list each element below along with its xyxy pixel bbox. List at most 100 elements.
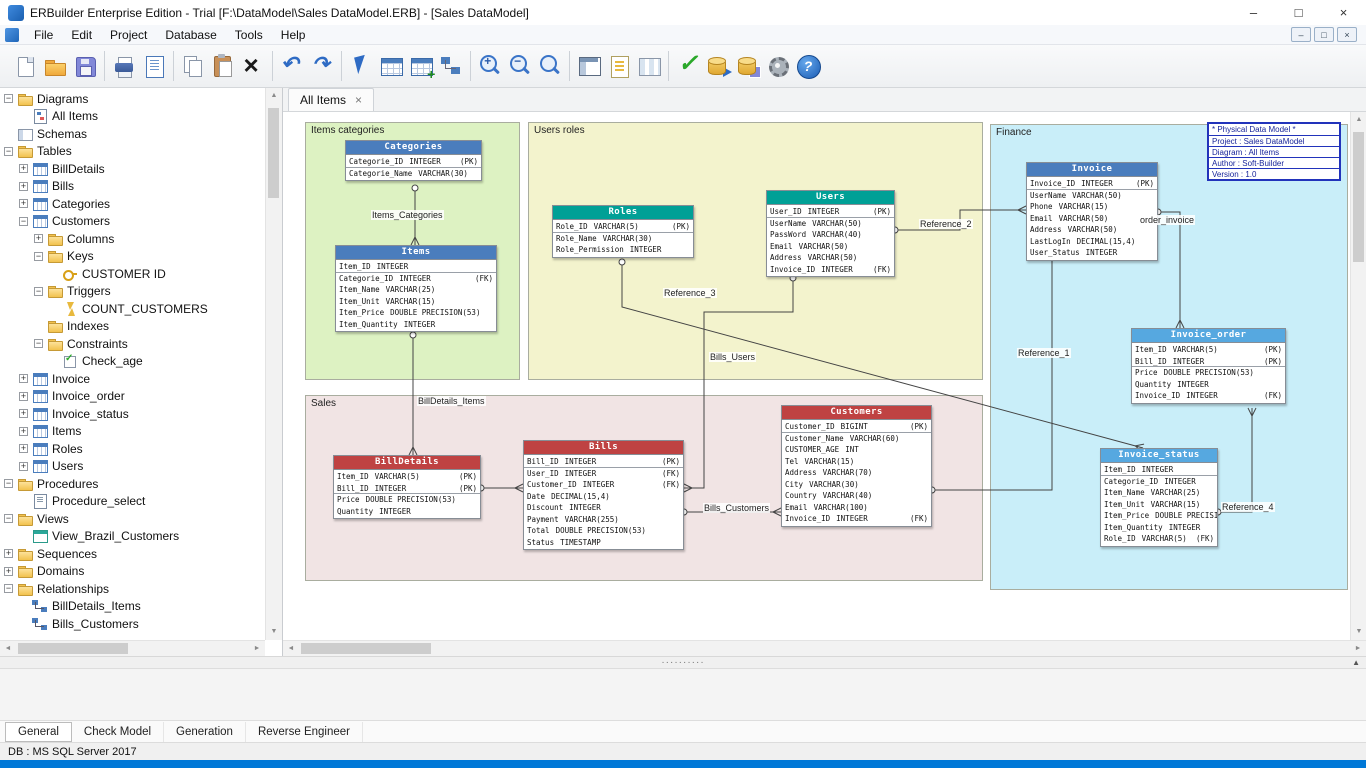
expander-icon[interactable]: [4, 479, 13, 488]
diagram-table-bills[interactable]: BillsBill_IDINTEGER(PK)User_IDINTEGER(FK…: [523, 440, 684, 550]
diagram-table-roles[interactable]: RolesRole_IDVARCHAR(5)(PK)Role_NameVARCH…: [552, 205, 694, 258]
mdi-restore-button[interactable]: □: [1314, 27, 1334, 42]
tree-item-billdetails-items[interactable]: BillDetails_Items: [0, 598, 265, 616]
pointer-button[interactable]: [347, 52, 375, 80]
bottom-tab-reverse-engineer[interactable]: Reverse Engineer: [246, 722, 363, 742]
tree-item-invoice[interactable]: Invoice: [0, 370, 265, 388]
tree-item-users[interactable]: Users: [0, 458, 265, 476]
zoom-button[interactable]: [536, 52, 564, 80]
redo-button[interactable]: [308, 52, 336, 80]
menu-item-project[interactable]: Project: [101, 25, 156, 44]
menu-item-file[interactable]: File: [25, 25, 62, 44]
tab-all-items[interactable]: All Items ×: [288, 88, 374, 111]
diagram-table-invoice-order[interactable]: Invoice_orderItem_IDVARCHAR(5)(PK)Bill_I…: [1131, 328, 1286, 404]
expander-icon[interactable]: [19, 182, 28, 191]
menu-item-help[interactable]: Help: [272, 25, 315, 44]
tree-item-constraints[interactable]: Constraints: [0, 335, 265, 353]
table-add-button[interactable]: [407, 52, 435, 80]
settings-button[interactable]: [764, 52, 792, 80]
collapse-panel-button[interactable]: ▲: [1352, 658, 1361, 667]
print-preview-button[interactable]: [140, 52, 168, 80]
tree-vertical-scrollbar[interactable]: ▲ ▼: [265, 88, 282, 640]
tree-item-diagrams[interactable]: Diagrams: [0, 90, 265, 108]
diagram-table-invoice[interactable]: InvoiceInvoice_IDINTEGER(PK)UserNameVARC…: [1026, 162, 1158, 261]
expander-icon[interactable]: [4, 514, 13, 523]
maximize-button[interactable]: □: [1276, 0, 1321, 25]
diagram-table-invoice-status[interactable]: Invoice_statusItem_IDINTEGERCategorie_ID…: [1100, 448, 1218, 547]
tree-item-all-items[interactable]: All Items: [0, 108, 265, 126]
expander-icon[interactable]: [4, 549, 13, 558]
expander-icon[interactable]: [19, 392, 28, 401]
tree-item-views[interactable]: Views: [0, 510, 265, 528]
expander-icon[interactable]: [4, 584, 13, 593]
tree-item-items[interactable]: Items: [0, 423, 265, 441]
bottom-tab-generation[interactable]: Generation: [164, 722, 246, 742]
tree-item-invoice-status[interactable]: Invoice_status: [0, 405, 265, 423]
diagram-table-billdetails[interactable]: BillDetailsItem_IDVARCHAR(5)(PK)Bill_IDI…: [333, 455, 481, 519]
tree-item-view-brazil-customers[interactable]: View_Brazil_Customers: [0, 528, 265, 546]
scrollbar-thumb[interactable]: [268, 108, 279, 198]
expander-icon[interactable]: [4, 94, 13, 103]
expander-icon[interactable]: [19, 409, 28, 418]
scroll-left-icon[interactable]: ◄: [0, 641, 16, 656]
menu-item-tools[interactable]: Tools: [226, 25, 272, 44]
diagram-table-customers[interactable]: CustomersCustomer_IDBIGINT(PK)Customer_N…: [781, 405, 932, 527]
scroll-up-icon[interactable]: ▲: [1351, 112, 1366, 128]
tree-item-keys[interactable]: Keys: [0, 248, 265, 266]
diagram-table-categories[interactable]: CategoriesCategorie_IDINTEGER(PK)Categor…: [345, 140, 482, 181]
model-button[interactable]: [437, 52, 465, 80]
expander-icon[interactable]: [19, 164, 28, 173]
scrollbar-thumb[interactable]: [301, 643, 431, 654]
table-button[interactable]: [377, 52, 405, 80]
close-button[interactable]: ×: [1321, 0, 1366, 25]
delete-button[interactable]: [239, 52, 267, 80]
minimize-button[interactable]: –: [1231, 0, 1276, 25]
tree-item-procedure-select[interactable]: Procedure_select: [0, 493, 265, 511]
db-generate-button[interactable]: [734, 52, 762, 80]
scroll-down-icon[interactable]: ▼: [266, 624, 282, 640]
scroll-up-icon[interactable]: ▲: [266, 88, 282, 104]
bottom-tab-check-model[interactable]: Check Model: [72, 722, 164, 742]
expander-icon[interactable]: [4, 147, 13, 156]
expander-icon[interactable]: [34, 234, 43, 243]
expander-icon[interactable]: [19, 462, 28, 471]
print-button[interactable]: [110, 52, 138, 80]
tree-item-bills-customers[interactable]: Bills_Customers: [0, 615, 265, 633]
open-button[interactable]: [41, 52, 69, 80]
tree-item-check-age[interactable]: Check_age: [0, 353, 265, 371]
tree-item-customer-id[interactable]: CUSTOMER ID: [0, 265, 265, 283]
tree-item-categories[interactable]: Categories: [0, 195, 265, 213]
menu-item-database[interactable]: Database: [156, 25, 225, 44]
new-button[interactable]: [11, 52, 39, 80]
tree-item-schemas[interactable]: Schemas: [0, 125, 265, 143]
menu-item-edit[interactable]: Edit: [62, 25, 101, 44]
canvas-horizontal-scrollbar[interactable]: ◄ ►: [283, 640, 1366, 656]
tree-horizontal-scrollbar[interactable]: ◄ ►: [0, 640, 265, 656]
tree-item-billdetails[interactable]: BillDetails: [0, 160, 265, 178]
check-button[interactable]: [674, 52, 702, 80]
panel-splitter[interactable]: ·········· ▲: [0, 656, 1366, 668]
scroll-right-icon[interactable]: ►: [1350, 641, 1366, 657]
tree-item-procedures[interactable]: Procedures: [0, 475, 265, 493]
tree-item-bills[interactable]: Bills: [0, 178, 265, 196]
layout-button[interactable]: [575, 52, 603, 80]
tree-item-relationships[interactable]: Relationships: [0, 580, 265, 598]
expander-icon[interactable]: [19, 217, 28, 226]
tree-item-domains[interactable]: Domains: [0, 563, 265, 581]
diagram-canvas[interactable]: Items categoriesUsers rolesFinanceSalesI…: [283, 112, 1350, 640]
diagram-table-users[interactable]: UsersUser_IDINTEGER(PK)UserNameVARCHAR(5…: [766, 190, 895, 277]
tree-item-invoice-order[interactable]: Invoice_order: [0, 388, 265, 406]
expander-icon[interactable]: [34, 252, 43, 261]
cards-button[interactable]: [635, 52, 663, 80]
scroll-left-icon[interactable]: ◄: [283, 641, 299, 657]
diagram-table-items[interactable]: ItemsItem_IDINTEGERCategorie_IDINTEGER(F…: [335, 245, 497, 332]
tree-item-columns[interactable]: Columns: [0, 230, 265, 248]
zoom-in-button[interactable]: [476, 52, 504, 80]
expander-icon[interactable]: [34, 339, 43, 348]
tree-item-customers[interactable]: Customers: [0, 213, 265, 231]
bottom-tab-general[interactable]: General: [5, 722, 72, 742]
expander-icon[interactable]: [19, 444, 28, 453]
expander-icon[interactable]: [19, 374, 28, 383]
expander-icon[interactable]: [19, 427, 28, 436]
scrollbar-thumb[interactable]: [1353, 132, 1364, 262]
